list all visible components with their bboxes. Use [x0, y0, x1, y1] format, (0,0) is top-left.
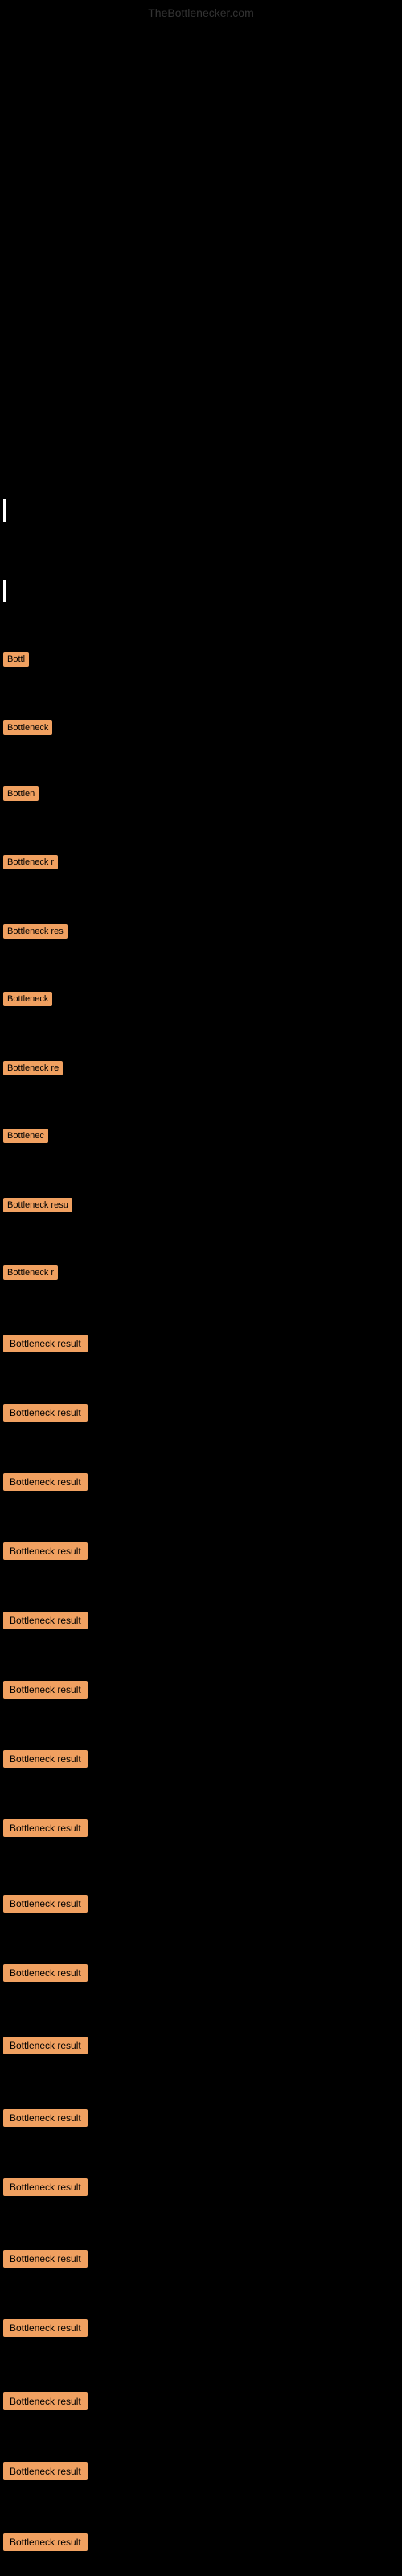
bottleneck-result-row: Bottleneck result [3, 2037, 88, 2054]
bottleneck-result-row: Bottleneck result [3, 1681, 88, 1699]
bottleneck-result-row: Bottleneck result [3, 2250, 88, 2268]
cursor-line-2 [3, 580, 6, 602]
bottleneck-result-row: Bottleneck r [3, 855, 58, 869]
bottleneck-result-badge[interactable]: Bottleneck result [3, 2533, 88, 2551]
bottleneck-result-badge[interactable]: Bottleneck result [3, 1473, 88, 1491]
bottleneck-result-badge[interactable]: Bottleneck result [3, 1681, 88, 1699]
bottleneck-result-row: Bottleneck result [3, 1964, 88, 1982]
bottleneck-result-badge[interactable]: Bottleneck result [3, 2250, 88, 2268]
bottleneck-result-badge[interactable]: Bottleneck result [3, 1404, 88, 1422]
bottleneck-result-badge[interactable]: Bottleneck resu [3, 1198, 72, 1212]
bottleneck-result-row: Bottleneck result [3, 2178, 88, 2196]
site-title: TheBottlenecker.com [148, 6, 254, 19]
bottleneck-result-badge[interactable]: Bottleneck re [3, 1061, 63, 1075]
bottleneck-result-row: Bottlenec [3, 1129, 48, 1143]
bottleneck-result-badge[interactable]: Bottleneck r [3, 1265, 58, 1280]
bottleneck-result-row: Bottl [3, 652, 29, 667]
bottleneck-result-row: Bottleneck result [3, 2462, 88, 2480]
bottleneck-result-row: Bottleneck re [3, 1061, 63, 1075]
bottleneck-result-row: Bottleneck result [3, 1542, 88, 1560]
bottleneck-result-badge[interactable]: Bottleneck result [3, 2109, 88, 2127]
cursor-line-1 [3, 499, 6, 522]
bottleneck-result-badge[interactable]: Bottleneck result [3, 2178, 88, 2196]
bottleneck-result-badge[interactable]: Bottleneck result [3, 1750, 88, 1768]
bottleneck-result-badge[interactable]: Bottlen [3, 786, 39, 801]
bottleneck-result-row: Bottleneck result [3, 1819, 88, 1837]
bottleneck-result-badge[interactable]: Bottleneck result [3, 1335, 88, 1352]
bottleneck-result-row: Bottleneck result [3, 2392, 88, 2410]
bottleneck-result-badge[interactable]: Bottleneck [3, 992, 52, 1006]
bottleneck-result-badge[interactable]: Bottleneck [3, 720, 52, 735]
bottleneck-result-badge[interactable]: Bottleneck result [3, 1542, 88, 1560]
bottleneck-result-row: Bottleneck result [3, 1404, 88, 1422]
bottleneck-result-row: Bottleneck resu [3, 1198, 72, 1212]
bottleneck-result-row: Bottleneck result [3, 1612, 88, 1629]
bottleneck-result-row: Bottleneck result [3, 1895, 88, 1913]
bottleneck-result-badge[interactable]: Bottleneck result [3, 2319, 88, 2337]
bottleneck-result-badge[interactable]: Bottleneck r [3, 855, 58, 869]
bottleneck-result-row: Bottleneck result [3, 1750, 88, 1768]
bottleneck-result-row: Bottleneck res [3, 924, 68, 939]
bottleneck-result-row: Bottleneck result [3, 2319, 88, 2337]
bottleneck-result-row: Bottleneck r [3, 1265, 58, 1280]
bottleneck-result-badge[interactable]: Bottleneck result [3, 2037, 88, 2054]
bottleneck-result-badge[interactable]: Bottleneck res [3, 924, 68, 939]
bottleneck-result-row: Bottleneck [3, 992, 52, 1006]
bottleneck-result-row: Bottleneck result [3, 2109, 88, 2127]
bottleneck-result-row: Bottleneck result [3, 2533, 88, 2551]
bottleneck-result-badge[interactable]: Bottleneck result [3, 1895, 88, 1913]
bottleneck-result-row: Bottleneck result [3, 1335, 88, 1352]
bottleneck-result-row: Bottlen [3, 786, 39, 801]
bottleneck-result-badge[interactable]: Bottleneck result [3, 2462, 88, 2480]
bottleneck-result-badge[interactable]: Bottleneck result [3, 1612, 88, 1629]
bottleneck-result-row: Bottleneck result [3, 1473, 88, 1491]
bottleneck-result-badge[interactable]: Bottleneck result [3, 2392, 88, 2410]
bottleneck-result-badge[interactable]: Bottlenec [3, 1129, 48, 1143]
bottleneck-result-row: Bottleneck [3, 720, 52, 735]
bottleneck-result-badge[interactable]: Bottleneck result [3, 1964, 88, 1982]
bottleneck-result-badge[interactable]: Bottleneck result [3, 1819, 88, 1837]
bottleneck-result-badge[interactable]: Bottl [3, 652, 29, 667]
